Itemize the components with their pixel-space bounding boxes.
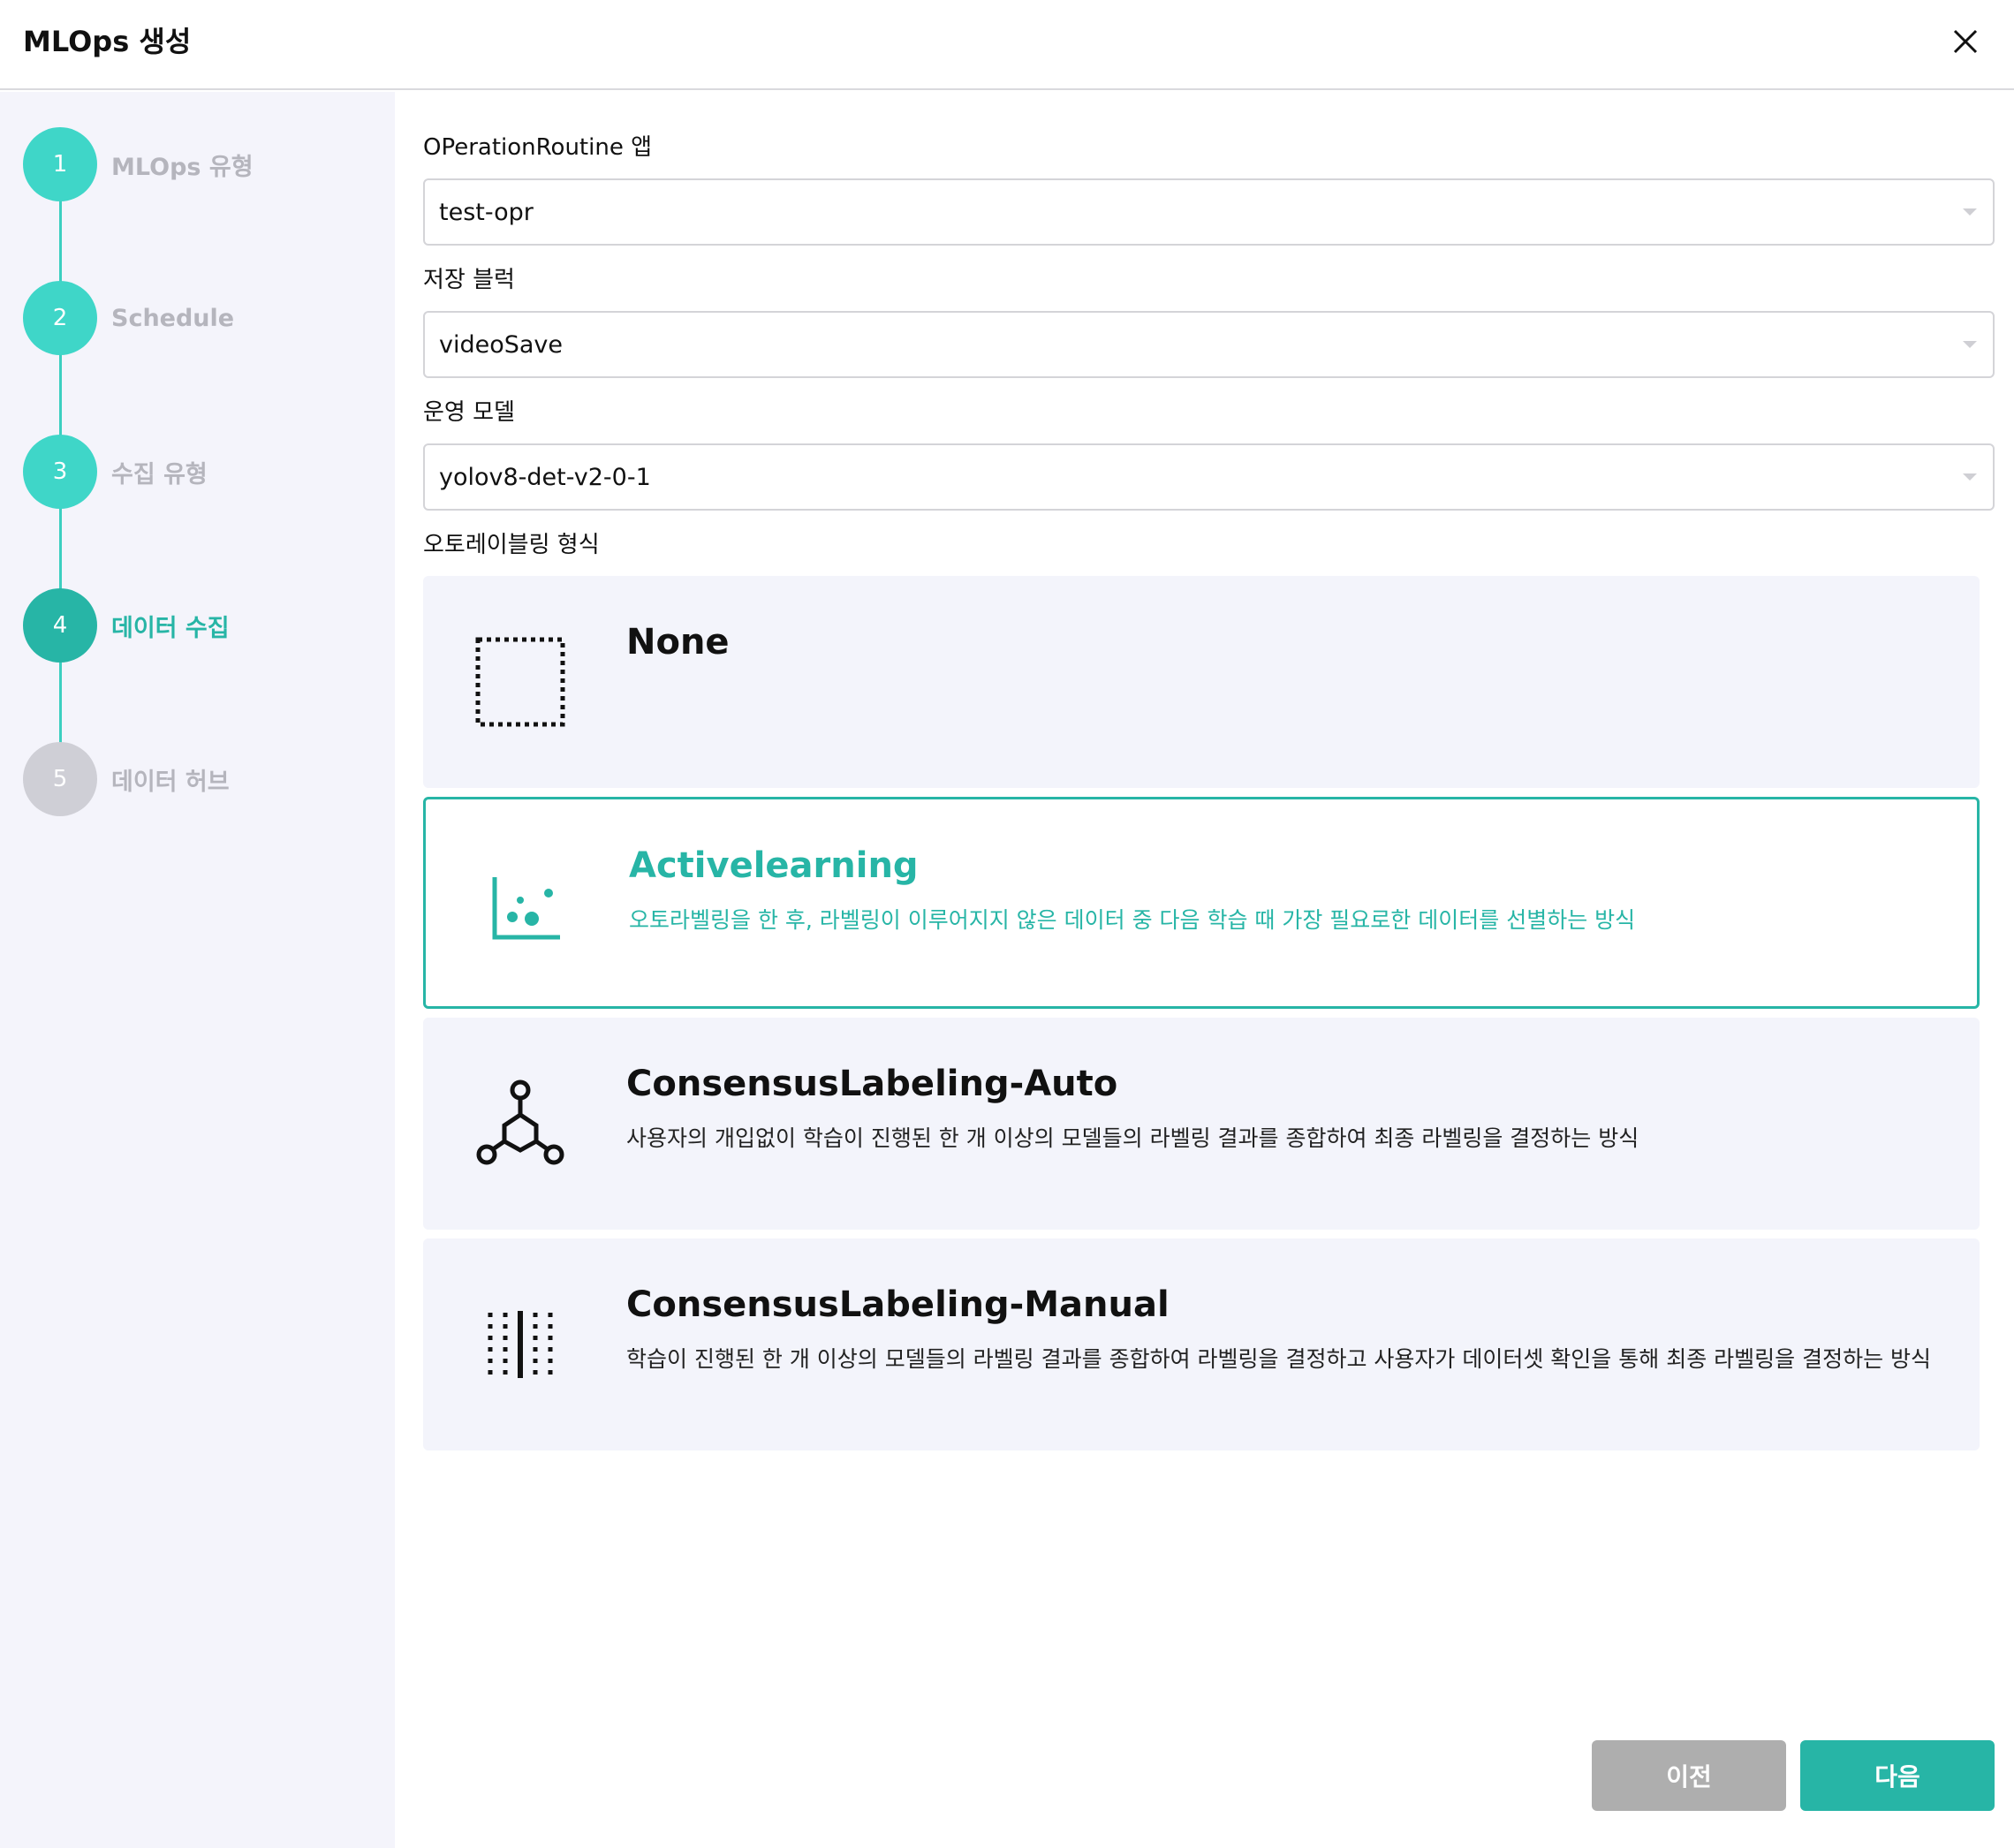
- step-number: 4: [23, 588, 97, 663]
- option-none[interactable]: None: [423, 576, 1980, 788]
- step-label: 수집 유형: [111, 460, 208, 489]
- dashed-square-icon: [475, 637, 565, 727]
- app-field-label: OPerationRoutine 앱: [423, 134, 652, 161]
- option-description: 학습이 진행된 한 개 이상의 모델들의 라벨링 결과를 종합하여 라벨링을 결…: [626, 1346, 1932, 1372]
- option-title: Activelearning: [629, 845, 919, 886]
- model-field-label: 운영 모델: [423, 399, 515, 426]
- step-label: 데이터 허브: [111, 768, 230, 796]
- block-select[interactable]: videoSave: [423, 311, 1995, 378]
- option-consensus-auto[interactable]: ConsensusLabeling-Auto 사용자의 개입없이 학습이 진행된…: [423, 1018, 1980, 1230]
- chevron-down-icon: [1963, 473, 1977, 481]
- split-grid-icon: [488, 1311, 553, 1378]
- step-mlops-type[interactable]: 1 MLOps 유형: [23, 126, 254, 202]
- step-number: 3: [23, 435, 97, 509]
- option-title: None: [626, 622, 730, 663]
- prev-button[interactable]: 이전: [1592, 1740, 1786, 1811]
- scatter-plot-icon: [492, 877, 560, 940]
- option-consensus-manual[interactable]: ConsensusLabeling-Manual 학습이 진행된 한 개 이상의…: [423, 1238, 1980, 1450]
- step-number: 2: [23, 281, 97, 355]
- model-select[interactable]: yolov8-det-v2-0-1: [423, 443, 1995, 511]
- option-description: 오토라벨링을 한 후, 라벨링이 이루어지지 않은 데이터 중 다음 학습 때 …: [629, 907, 1636, 933]
- step-data-hub[interactable]: 5 데이터 허브: [23, 741, 230, 817]
- app-select-value: test-opr: [439, 198, 534, 226]
- step-schedule[interactable]: 2 Schedule: [23, 280, 234, 356]
- dialog-title: MLOps 생성: [23, 25, 192, 58]
- close-icon[interactable]: [1943, 19, 1988, 64]
- chevron-down-icon: [1963, 341, 1977, 348]
- step-number: 1: [23, 127, 97, 201]
- step-label: MLOps 유형: [111, 153, 254, 181]
- step-data-collect[interactable]: 4 데이터 수집: [23, 587, 230, 663]
- option-activelearning[interactable]: Activelearning 오토라벨링을 한 후, 라벨링이 이루어지지 않은…: [423, 797, 1980, 1009]
- option-title: ConsensusLabeling-Manual: [626, 1284, 1170, 1325]
- option-title: ConsensusLabeling-Auto: [626, 1064, 1118, 1104]
- autolabel-field-label: 오토레이블링 형식: [423, 532, 600, 558]
- step-label: Schedule: [111, 304, 235, 332]
- dialog-header: MLOps 생성: [0, 0, 2014, 90]
- next-button[interactable]: 다음: [1800, 1740, 1995, 1811]
- block-field-label: 저장 블럭: [423, 267, 515, 293]
- model-select-value: yolov8-det-v2-0-1: [439, 463, 651, 491]
- step-label: 데이터 수집: [111, 614, 230, 642]
- chevron-down-icon: [1963, 208, 1977, 216]
- option-description: 사용자의 개입없이 학습이 진행된 한 개 이상의 모델들의 라벨링 결과를 종…: [626, 1125, 1639, 1151]
- form-panel: OPerationRoutine 앱 test-opr 저장 블럭 videoS…: [395, 92, 2014, 1848]
- hub-network-icon: [476, 1079, 564, 1165]
- block-select-value: videoSave: [439, 330, 564, 359]
- step-number: 5: [23, 742, 97, 816]
- step-collect-type[interactable]: 3 수집 유형: [23, 434, 208, 510]
- app-select[interactable]: test-opr: [423, 178, 1995, 246]
- stepper-sidebar: 1 MLOps 유형 2 Schedule 3 수집 유형 4 데이터 수집 5…: [0, 92, 395, 1848]
